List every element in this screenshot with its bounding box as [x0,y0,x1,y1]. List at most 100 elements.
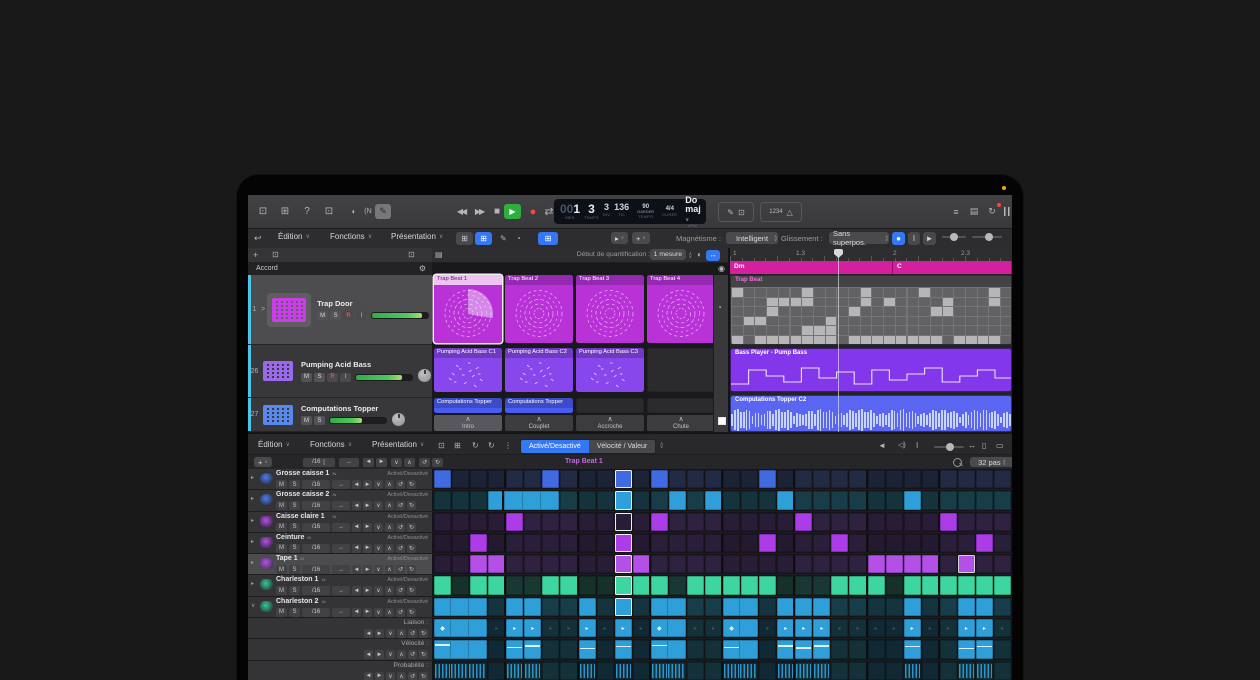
step-cell[interactable] [994,598,1011,616]
track-name[interactable]: Pumping Acid Bass [301,360,431,369]
lcd-display[interactable]: 001 MES 3TEMPS 3DIV 136TIC [554,199,706,224]
cell-cycle-icon[interactable]: ◔ [717,303,722,312]
step-cell[interactable] [849,555,866,573]
pencil-icon[interactable]: ✎ [500,234,507,243]
step-cell[interactable] [488,598,505,616]
replace-icon[interactable]: ✎ [727,208,734,217]
step-cell[interactable] [868,534,885,552]
row-rate-box[interactable]: /16 [302,608,330,617]
loop-b-button[interactable]: ↻ [419,672,428,680]
rotate-right-button[interactable]: ► [363,565,372,574]
step-cell[interactable] [976,513,993,531]
step-cell[interactable] [831,576,848,594]
loop-cell[interactable]: Computations Topper [434,398,502,413]
step-cell[interactable] [958,662,975,680]
step-cell[interactable] [976,555,993,573]
step-cell[interactable]: ▸ [524,619,541,637]
loop-cell[interactable]: Pumping Acid Bass C3 [576,348,644,392]
rotate-right-button[interactable]: ► [363,523,372,532]
step-cell[interactable] [705,576,722,594]
mute-button[interactable]: M [276,523,287,532]
step-cell[interactable]: ◆ [651,619,668,637]
step-cell[interactable] [831,662,848,680]
step-cell[interactable] [739,619,758,637]
rotate-left-button[interactable]: ◄ [352,523,361,532]
empty-cell[interactable] [576,398,644,413]
step-cell[interactable] [723,640,740,658]
step-cell[interactable] [504,491,523,509]
eye-icon[interactable]: ◉ [718,264,725,273]
step-cell[interactable] [705,513,722,531]
step-cell[interactable] [542,662,559,680]
step-cell[interactable] [759,513,776,531]
step-cell[interactable] [759,491,776,509]
loop-b-button[interactable]: ↻ [407,501,416,510]
step-cell[interactable] [579,534,596,552]
step-cell[interactable] [922,491,939,509]
step-cell[interactable] [705,555,722,573]
step-cell[interactable] [560,470,577,488]
step-cell[interactable]: ▸ [777,619,794,637]
portrait-icon[interactable]: ▯ [982,441,986,450]
loop-a-button[interactable]: ↺ [396,480,405,489]
row-playmode-box[interactable]: → [332,608,350,617]
track-button-i[interactable]: I [356,311,367,320]
performance-tool-button[interactable]: ⊞ [538,232,558,245]
step-cell[interactable] [831,491,848,509]
loop-cell[interactable]: Trap Beat 2 [505,275,573,343]
track-row[interactable]: 1>Trap DoorMSRI [248,275,432,345]
track-button-r[interactable]: R [327,373,338,382]
step-cell[interactable] [976,491,993,509]
step-cell[interactable]: ▸ [940,619,957,637]
step-cell[interactable] [759,662,776,680]
pattern-length-dropdown[interactable]: 32 pas∧∨ [970,457,1012,467]
row-stepper-icon[interactable]: ∧∨ [332,514,336,519]
step-cell[interactable] [705,534,722,552]
region-trap-beat[interactable]: Trap Beat [730,275,1012,345]
midi-in-icon[interactable]: ⊡ [438,441,445,450]
step-cell[interactable] [651,640,668,658]
step-cell[interactable] [759,640,776,658]
step-cell[interactable] [831,534,848,552]
step-cell[interactable] [849,598,866,616]
step-cell[interactable] [470,513,487,531]
decrement-button[interactable]: ∨ [374,586,383,595]
row-header[interactable]: Vélocité :◄►∨∧↺↻ [248,639,432,659]
step-cell[interactable] [667,619,686,637]
step-cell[interactable] [958,576,975,594]
loop-a-button[interactable]: ↺ [396,501,405,510]
step-cell[interactable] [542,576,559,594]
step-cell[interactable] [922,598,939,616]
row-header[interactable]: ▸Grosse caisse 1∧∨Activé/DesactivéMS/16→… [248,469,432,489]
solo-button[interactable]: S [289,544,300,553]
loop-a-button[interactable]: ↺ [419,458,430,467]
step-cell[interactable]: ▸ [795,619,812,637]
scene-trigger[interactable]: ∧Accroche [576,415,644,431]
step-cell[interactable]: ▸ [904,619,921,637]
step-cell[interactable] [524,470,541,488]
horizontal-zoom-slider[interactable] [972,236,1002,238]
loop-cell[interactable]: Pumping Acid Bass C1 [434,348,502,392]
step-cell[interactable] [468,619,487,637]
pan-knob[interactable] [418,369,431,382]
step-cell[interactable] [741,491,758,509]
step-cell[interactable] [615,662,632,680]
step-cell[interactable] [904,534,921,552]
row-disclosure-icon[interactable]: ▸ [251,517,254,524]
row-playmode-box[interactable]: → [332,523,350,532]
rotate-right-button[interactable]: ► [363,608,372,617]
step-cell[interactable] [904,662,921,680]
step-cell[interactable] [940,662,957,680]
step-cell[interactable] [705,598,722,616]
count-in-badge[interactable]: 1234 [769,209,782,215]
step-cell[interactable] [597,534,614,552]
step-cell[interactable] [886,662,903,680]
rotate-right-button[interactable]: ► [363,586,372,595]
step-cell[interactable] [542,513,559,531]
step-cell[interactable] [651,491,668,509]
decrement-button[interactable]: ∨ [386,629,395,638]
row-playmode-box[interactable]: → [332,544,350,553]
track-button-m[interactable]: M [301,373,312,382]
step-cell[interactable] [723,491,740,509]
step-cell[interactable] [705,662,722,680]
